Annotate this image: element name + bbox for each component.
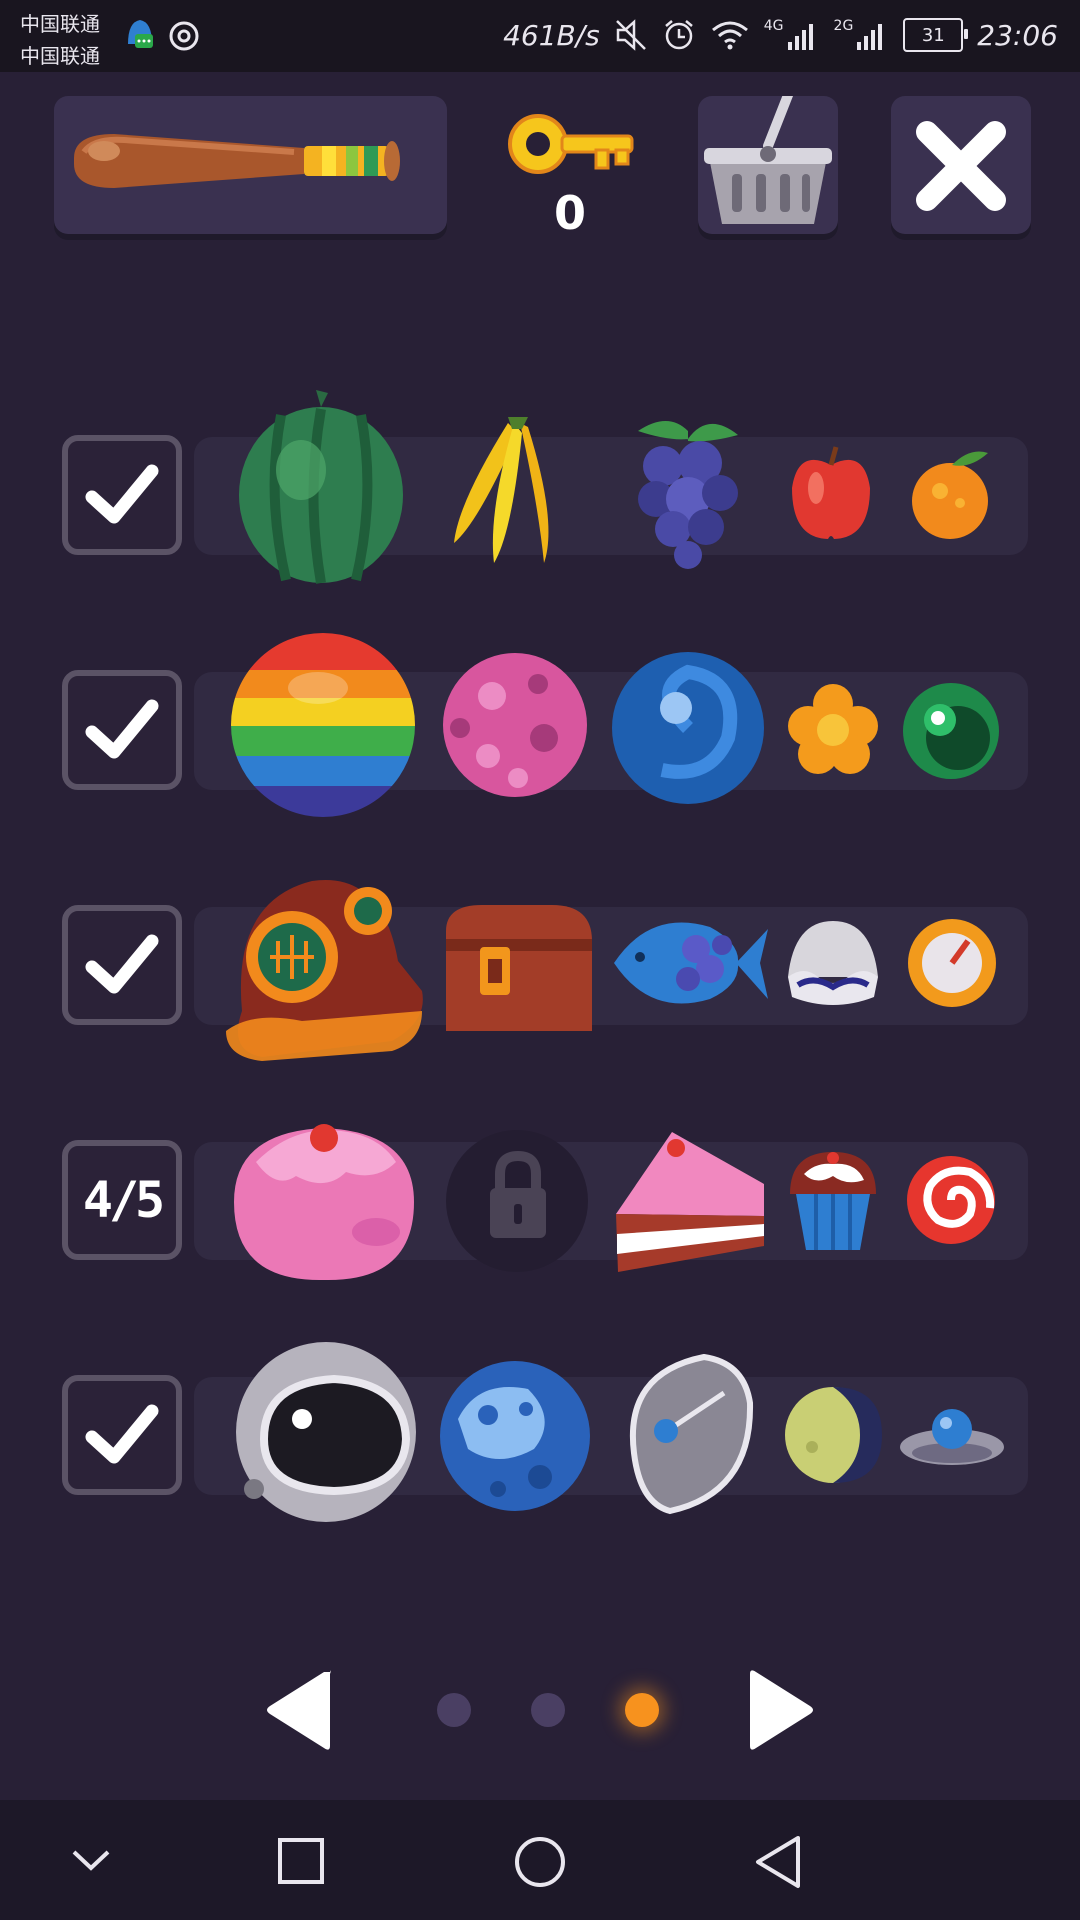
grapes-icon[interactable] <box>628 411 748 571</box>
astronaut-helmet-icon[interactable] <box>234 1339 418 1525</box>
collection-row-fruits <box>0 390 1080 605</box>
signal-icon-1 <box>787 24 813 50</box>
completed-check <box>62 1375 182 1495</box>
rainbow-ball-icon[interactable] <box>228 630 418 820</box>
blue-swirl-ball-icon[interactable] <box>610 650 766 806</box>
checkmark-icon <box>85 1404 159 1464</box>
pink-pudding-icon[interactable] <box>226 1112 422 1284</box>
key-count: 0 <box>553 186 586 240</box>
alarm-icon <box>664 20 693 50</box>
key-icon <box>508 114 634 174</box>
equipped-weapon-slot[interactable] <box>54 96 447 234</box>
collection-row-sea <box>0 880 1080 1075</box>
progress-counter: 4/5 <box>62 1140 182 1260</box>
battery-indicator: 31 <box>903 18 969 52</box>
pink-rock-ball-icon[interactable] <box>440 648 590 802</box>
page-dot-1[interactable] <box>437 1693 471 1727</box>
close-icon <box>916 121 1006 211</box>
baseball-bat-icon <box>74 134 400 188</box>
collection-row-sweets: 4/5 <box>0 1124 1080 1310</box>
clock: 23:06 <box>977 18 1058 52</box>
carrier-label-1: 中国联通 <box>20 12 100 36</box>
netease-music-icon <box>169 21 199 51</box>
carrier-label-2: 中国联通 <box>20 44 100 68</box>
green-orb-icon[interactable] <box>902 682 1000 780</box>
status-bar: 中国联通 中国联通 461B/s 4G 2G 31 23:06 <box>0 0 1080 72</box>
lock-icon <box>490 1150 546 1238</box>
apple-icon[interactable] <box>788 443 874 543</box>
progress-label: 4/5 <box>82 1171 165 1229</box>
mute-icon <box>615 19 646 51</box>
network-type-1: 4G <box>763 18 784 34</box>
hide-keyboard-chevron-icon[interactable] <box>66 1830 116 1890</box>
orange-flower-icon[interactable] <box>786 682 880 778</box>
cupcake-icon[interactable] <box>786 1146 880 1254</box>
checkmark-icon <box>85 934 159 994</box>
satellite-dish-icon[interactable] <box>624 1353 754 1515</box>
collection-row-space <box>0 1342 1080 1545</box>
page-dot-3-active[interactable] <box>625 1693 659 1727</box>
compass-icon[interactable] <box>904 917 1000 1009</box>
checkmark-icon <box>85 464 159 524</box>
battery-level: 31 <box>921 24 945 46</box>
home-icon[interactable] <box>512 1830 568 1890</box>
diving-helmet-icon[interactable] <box>222 861 428 1065</box>
network-type-2: 2G <box>833 18 854 34</box>
key-counter: 0 <box>500 104 640 244</box>
signal-icon-2 <box>857 24 883 50</box>
completed-check <box>62 435 182 555</box>
completed-check <box>62 670 182 790</box>
qq-notification-icon <box>128 20 153 48</box>
blue-fish-icon[interactable] <box>610 899 768 1027</box>
checkmark-icon <box>85 699 159 759</box>
system-navigation-bar <box>0 1800 1080 1920</box>
completed-check <box>62 905 182 1025</box>
cake-slice-icon[interactable] <box>612 1124 768 1274</box>
orange-icon[interactable] <box>910 443 992 543</box>
swirl-candy-icon[interactable] <box>904 1154 998 1246</box>
ufo-icon[interactable] <box>898 1399 1006 1471</box>
previous-page-arrow-icon[interactable] <box>264 1668 334 1752</box>
clam-shell-icon[interactable] <box>784 917 882 1007</box>
blue-planet-icon[interactable] <box>438 1359 592 1513</box>
watermelon-icon[interactable] <box>236 385 406 585</box>
network-speed: 461B/s <box>503 18 600 52</box>
back-icon[interactable] <box>752 1830 804 1890</box>
banana-icon[interactable] <box>448 413 588 563</box>
close-button[interactable] <box>891 96 1031 234</box>
wifi-icon <box>711 21 748 50</box>
next-page-arrow-icon[interactable] <box>746 1668 816 1752</box>
status-right: 461B/s 4G 2G 31 23:06 <box>503 18 1058 52</box>
basket-icon <box>704 85 832 224</box>
moon-icon[interactable] <box>782 1385 884 1485</box>
recent-apps-icon[interactable] <box>276 1830 326 1890</box>
shop-button[interactable] <box>698 85 838 234</box>
treasure-chest-icon[interactable] <box>442 901 596 1039</box>
page-dot-2[interactable] <box>531 1693 565 1727</box>
collection-row-balls <box>0 633 1080 840</box>
